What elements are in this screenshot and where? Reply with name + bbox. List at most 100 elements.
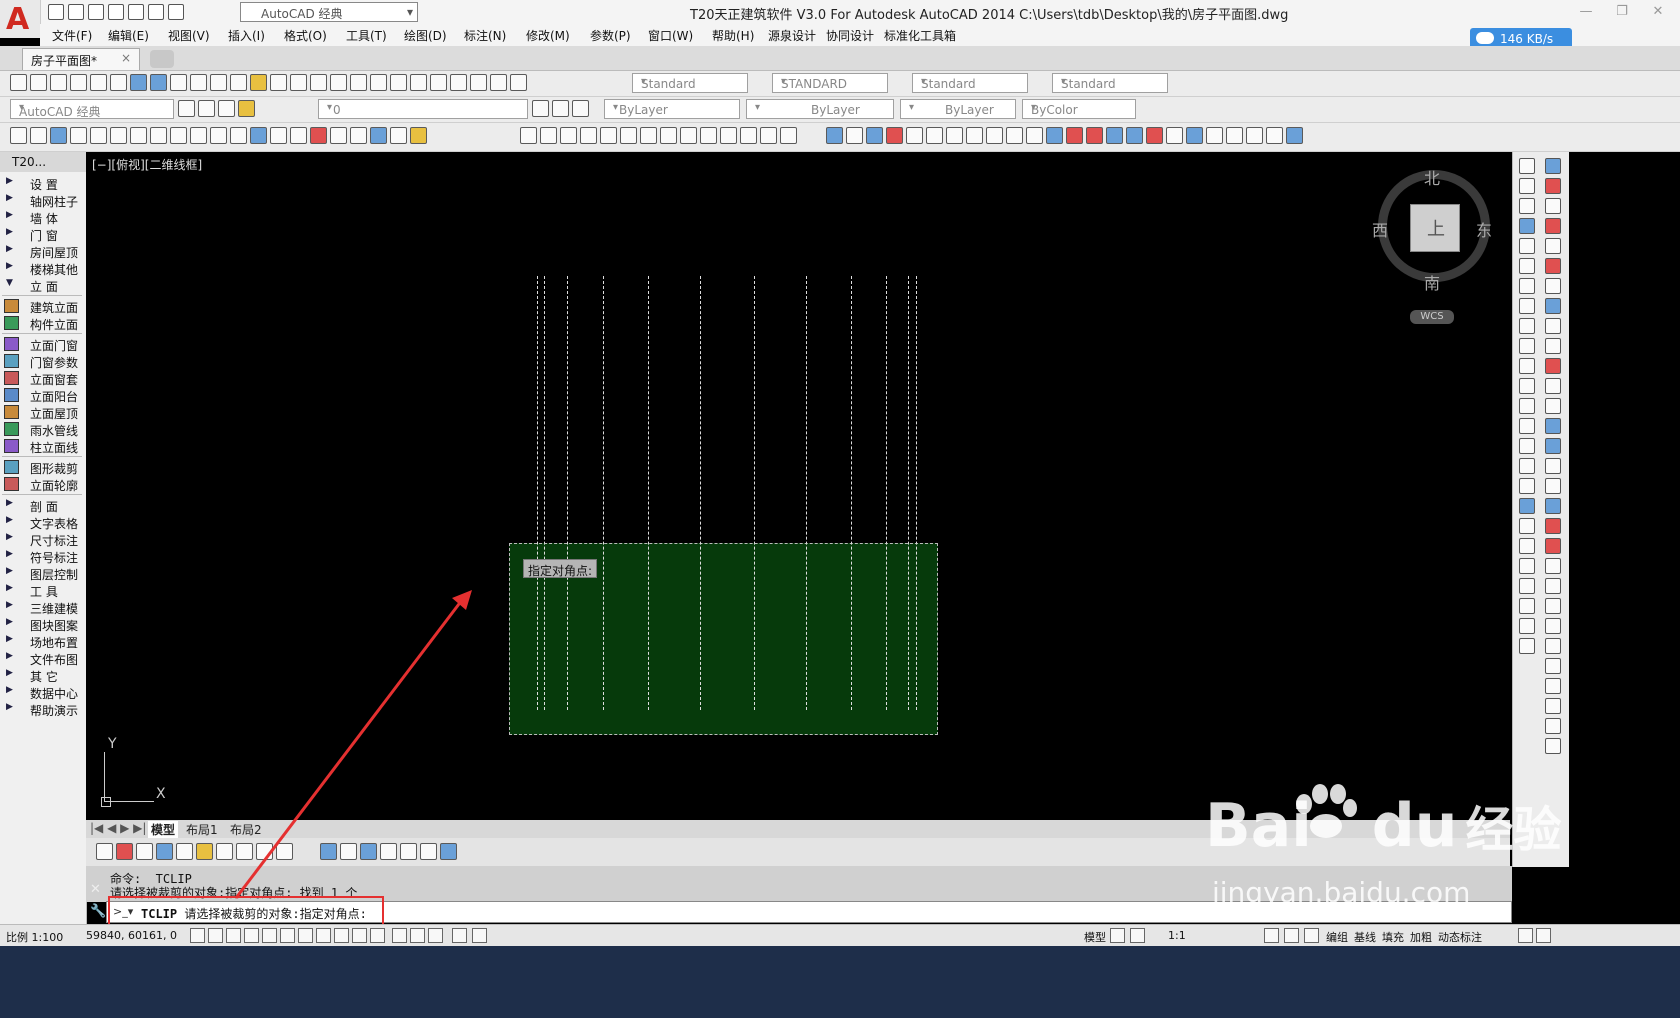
tool-icon[interactable] (1545, 358, 1561, 374)
layer-state-icon[interactable] (572, 100, 589, 117)
tool-icon[interactable] (1545, 458, 1561, 474)
tool-icon[interactable] (560, 127, 577, 144)
new-icon[interactable] (10, 74, 27, 91)
tool-icon[interactable] (620, 127, 637, 144)
lineweight-combo[interactable]: ByLayer ▾ (900, 99, 1016, 119)
tool-icon[interactable] (1545, 478, 1561, 494)
tool-icon[interactable] (1545, 338, 1561, 354)
tool-icon[interactable] (1519, 218, 1535, 234)
tool-icon[interactable] (250, 127, 267, 144)
screen-menu-item[interactable]: 立面轮廓 (0, 476, 84, 493)
tool-icon[interactable] (1146, 127, 1163, 144)
screen-menu-item[interactable]: ▶ 房间屋顶 (0, 243, 84, 260)
screen-menu-item[interactable]: ▶ 尺寸标注 (0, 531, 84, 548)
tool-icon[interactable] (320, 843, 337, 860)
close-icon[interactable]: ✕ (90, 882, 101, 897)
tool-icon[interactable] (290, 127, 307, 144)
tool-icon[interactable] (1545, 278, 1561, 294)
bulb-icon[interactable] (238, 100, 255, 117)
tool-icon[interactable] (1066, 127, 1083, 144)
compass-west[interactable]: 西 (1372, 217, 1388, 241)
screen-menu-item[interactable]: ▶ 设 置 (0, 175, 84, 192)
make-current-icon[interactable] (532, 100, 549, 117)
tool-icon[interactable] (360, 843, 377, 860)
tool-icon[interactable] (780, 127, 797, 144)
tool-icon[interactable] (1545, 178, 1561, 194)
tool-icon[interactable] (390, 127, 407, 144)
ducs-icon[interactable] (298, 928, 313, 943)
tool-icon[interactable] (1519, 638, 1535, 654)
transparency-icon[interactable] (352, 928, 367, 943)
screen-menu-item[interactable]: ▶ 文字表格 (0, 514, 84, 531)
tool-icon[interactable] (156, 843, 173, 860)
tool-icon[interactable] (1545, 398, 1561, 414)
layout-view-icon[interactable] (1130, 928, 1145, 943)
tool-icon[interactable] (1519, 158, 1535, 174)
toggle-group[interactable]: 编组 (1326, 929, 1348, 945)
screen-menu-item[interactable]: ▶ 剖 面 (0, 497, 84, 514)
menu-file[interactable]: 文件(F) (52, 27, 92, 44)
compass-north[interactable]: 北 (1424, 165, 1440, 189)
save-as-icon[interactable] (108, 4, 124, 20)
linetype-combo[interactable]: ByLayer ▾ (746, 99, 894, 119)
workspace-select[interactable]: AutoCAD 经典 ▾ (240, 2, 418, 22)
tool-icon[interactable] (130, 127, 147, 144)
tool-icon[interactable] (1545, 558, 1561, 574)
tool-icon[interactable] (1026, 127, 1043, 144)
text-style-combo[interactable]: Standard ▾ (632, 73, 748, 93)
tool-icon[interactable] (540, 127, 557, 144)
menu-edit[interactable]: 编辑(E) (108, 27, 149, 44)
tool-icon[interactable] (520, 127, 537, 144)
tool-icon[interactable] (1246, 127, 1263, 144)
tool-icon[interactable] (440, 843, 457, 860)
clean-screen-icon[interactable] (1518, 928, 1533, 943)
tool-icon[interactable] (1545, 218, 1561, 234)
tool-icon[interactable] (1519, 198, 1535, 214)
tab-layout1[interactable]: 布局1 (186, 821, 218, 838)
tool-icon[interactable] (70, 127, 87, 144)
tool-icon[interactable] (660, 127, 677, 144)
tool-icon[interactable] (116, 843, 133, 860)
tool-icon[interactable] (1519, 178, 1535, 194)
viewport-controls-label[interactable]: [−][俯视][二维线框] (92, 156, 202, 173)
layout-grid-icon[interactable] (1110, 928, 1125, 943)
tool-palette-icon[interactable] (430, 74, 447, 91)
tool-icon[interactable] (276, 843, 293, 860)
web-icon[interactable] (150, 74, 167, 91)
screen-menu-item[interactable]: ▶ 门 窗 (0, 226, 84, 243)
tool-icon[interactable] (1545, 518, 1561, 534)
tool-icon[interactable] (1545, 318, 1561, 334)
tool-icon[interactable] (340, 843, 357, 860)
tool-icon[interactable] (1519, 258, 1535, 274)
open-icon[interactable] (68, 4, 84, 20)
tool-icon[interactable] (1545, 598, 1561, 614)
paste-icon[interactable] (210, 74, 227, 91)
match-properties-icon[interactable] (230, 74, 247, 91)
tool-icon[interactable] (1545, 238, 1561, 254)
menu-format[interactable]: 格式(O) (284, 27, 327, 44)
tool-icon[interactable] (330, 127, 347, 144)
tool-icon[interactable] (410, 127, 427, 144)
dyn-icon[interactable] (316, 928, 331, 943)
tool-icon[interactable] (1519, 598, 1535, 614)
tool-icon[interactable] (1519, 558, 1535, 574)
undo-icon[interactable] (148, 4, 164, 20)
print-icon[interactable] (70, 74, 87, 91)
markup-icon[interactable] (470, 74, 487, 91)
menu-standard-tools[interactable]: 标准化工具箱 (884, 27, 956, 44)
screen-menu-item[interactable]: ▶ 图层控制 (0, 565, 84, 582)
tool-icon[interactable] (270, 127, 287, 144)
model-space-toggle[interactable]: 模型 (1084, 929, 1106, 945)
tool-icon[interactable] (1006, 127, 1023, 144)
screen-menu-item[interactable]: ▶ 文件布图 (0, 650, 84, 667)
screen-menu-item[interactable]: ▶ 图块图案 (0, 616, 84, 633)
tool-icon[interactable] (370, 127, 387, 144)
screen-menu-item[interactable]: ▶ 墙 体 (0, 209, 84, 226)
compass-east[interactable]: 东 (1476, 217, 1492, 241)
tool-icon[interactable] (400, 843, 417, 860)
tool-icon[interactable] (1545, 258, 1561, 274)
tool-icon[interactable] (966, 127, 983, 144)
new-tab-button[interactable] (150, 50, 174, 68)
tool-icon[interactable] (190, 127, 207, 144)
screen-menu-item[interactable]: 立面门窗 (0, 336, 84, 353)
